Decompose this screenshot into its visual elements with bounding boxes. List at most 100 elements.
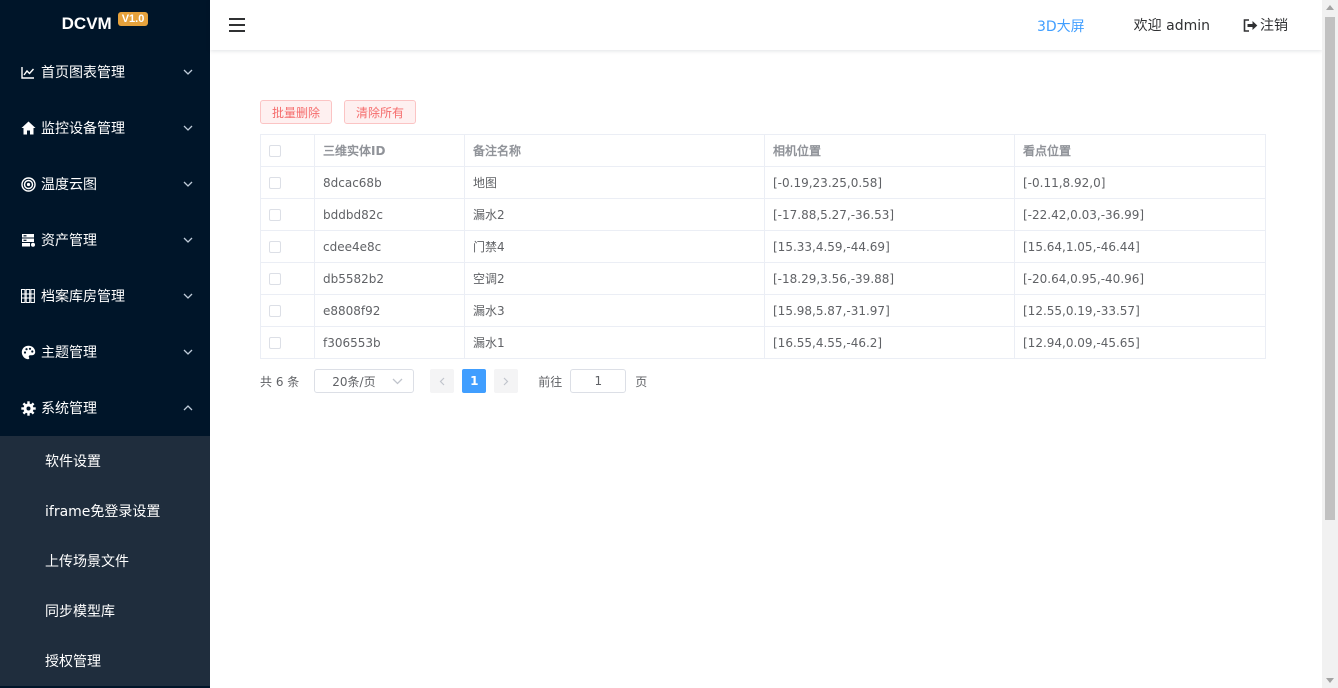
logout-label: 注销	[1260, 18, 1288, 34]
version-badge: V1.0	[117, 12, 149, 26]
logout-button[interactable]: 注销	[1243, 15, 1288, 35]
welcome-text: 欢迎 admin	[1133, 18, 1210, 34]
menu-label: 主题管理	[41, 345, 97, 361]
row-checkbox[interactable]	[269, 177, 281, 189]
cell-camera-position: [-0.19,23.25,0.58]	[764, 166, 1015, 199]
menu-label: 温度云图	[41, 177, 97, 193]
brand-name: DCVM	[61, 13, 112, 33]
menu-item-system-management[interactable]: 系统管理	[0, 380, 210, 436]
server-icon	[20, 232, 36, 248]
pagination: 共 6 条 20条/页 1 前往 页	[260, 369, 1265, 393]
home-icon	[20, 120, 36, 136]
line-chart-icon	[20, 64, 36, 80]
cell-remark-name: 漏水2	[464, 198, 765, 231]
menu-item-dashboard-charts[interactable]: 首页图表管理	[0, 44, 210, 100]
cell-look-position: [-0.11,8.92,0]	[1014, 166, 1266, 199]
scroll-up-arrow-icon[interactable]	[1326, 5, 1334, 10]
cell-entity-id: 8dcac68b	[314, 166, 465, 199]
column-header-look-position: 看点位置	[1014, 134, 1266, 167]
menu-label: 系统管理	[41, 401, 97, 417]
submenu-item-license[interactable]: 授权管理	[0, 636, 210, 686]
main-content: 批量删除 清除所有 三维实体ID 备注名称 相机位置 看点位置 8dcac68b…	[260, 100, 1266, 393]
table-row: bddbd82c 漏水2 [-17.88,5.27,-36.53] [-22.4…	[260, 198, 1266, 231]
prev-page-button[interactable]	[430, 369, 455, 393]
scroll-down-arrow-icon[interactable]	[1326, 678, 1334, 683]
row-select-cell	[260, 262, 315, 295]
menu-item-temperature-cloud[interactable]: 温度云图	[0, 156, 210, 212]
table-row: db5582b2 空调2 [-18.29,3.56,-39.88] [-20.6…	[260, 262, 1266, 295]
page-suffix: 页	[635, 374, 648, 389]
clear-all-button[interactable]: 清除所有	[344, 100, 417, 124]
cell-look-position: [-22.42,0.03,-36.99]	[1014, 198, 1266, 231]
archive-shelves-icon	[20, 288, 36, 304]
row-select-cell	[260, 230, 315, 263]
menu-item-monitor-devices[interactable]: 监控设备管理	[0, 100, 210, 156]
cell-look-position: [-20.64,0.95,-40.96]	[1014, 262, 1266, 295]
header-right: 3D大屏 欢迎 admin 注销	[1037, 0, 1322, 50]
chevron-down-icon	[183, 347, 193, 357]
submenu-item-upload-scene[interactable]: 上传场景文件	[0, 536, 210, 586]
brand: DCVM V1.0	[0, 0, 210, 44]
page-size-value: 20条/页	[332, 374, 376, 389]
scrollbar-thumb[interactable]	[1325, 17, 1335, 520]
cell-look-position: [15.64,1.05,-46.44]	[1014, 230, 1266, 263]
system-submenu: 软件设置 iframe免登录设置 上传场景文件 同步模型库 授权管理	[0, 436, 210, 686]
viewpoint-table: 三维实体ID 备注名称 相机位置 看点位置 8dcac68b 地图 [-0.19…	[260, 134, 1266, 359]
column-header-camera-position: 相机位置	[764, 134, 1015, 167]
pagination-total: 共 6 条	[260, 374, 300, 389]
chevron-right-icon	[503, 377, 509, 385]
page-size-select[interactable]: 20条/页	[314, 369, 415, 393]
vertical-scrollbar[interactable]	[1322, 0, 1338, 688]
menu-label: 监控设备管理	[41, 121, 125, 137]
page-number-current[interactable]: 1	[462, 369, 487, 393]
row-checkbox[interactable]	[269, 273, 281, 285]
palette-icon	[20, 344, 36, 360]
chevron-down-icon	[183, 235, 193, 245]
page-jumper: 前往 页	[538, 369, 647, 393]
hamburger-menu-icon[interactable]	[229, 18, 245, 32]
submenu-item-sync-models[interactable]: 同步模型库	[0, 586, 210, 636]
select-all-checkbox[interactable]	[269, 145, 281, 157]
submenu-item-software-settings[interactable]: 软件设置	[0, 436, 210, 486]
column-header-entity-id: 三维实体ID	[314, 134, 465, 167]
menu-item-archive-rooms[interactable]: 档案库房管理	[0, 268, 210, 324]
row-checkbox[interactable]	[269, 241, 281, 253]
table-header-row: 三维实体ID 备注名称 相机位置 看点位置	[260, 134, 1266, 167]
table-row: 8dcac68b 地图 [-0.19,23.25,0.58] [-0.11,8.…	[260, 166, 1266, 199]
row-checkbox[interactable]	[269, 337, 281, 349]
cell-camera-position: [16.55,4.55,-46.2]	[764, 326, 1015, 359]
chevron-down-icon	[183, 291, 193, 301]
menu-item-assets[interactable]: 资产管理	[0, 212, 210, 268]
menu-label: 资产管理	[41, 233, 97, 249]
row-select-cell	[260, 198, 315, 231]
goto-label: 前往	[538, 374, 563, 389]
goto-page-input[interactable]	[570, 369, 627, 393]
cell-remark-name: 漏水1	[464, 326, 765, 359]
table-row: f306553b 漏水1 [16.55,4.55,-46.2] [12.94,0…	[260, 326, 1266, 359]
menu-label: 首页图表管理	[41, 65, 125, 81]
cell-entity-id: cdee4e8c	[314, 230, 465, 263]
sidebar: DCVM V1.0 首页图表管理 监控设备管理 温度云图 资产管理 档案库房管理…	[0, 0, 210, 688]
cell-camera-position: [15.33,4.59,-44.69]	[764, 230, 1015, 263]
submenu-item-iframe-login[interactable]: iframe免登录设置	[0, 486, 210, 536]
cell-remark-name: 门禁4	[464, 230, 765, 263]
next-page-button[interactable]	[494, 369, 519, 393]
cell-look-position: [12.94,0.09,-45.65]	[1014, 326, 1266, 359]
row-select-cell	[260, 326, 315, 359]
batch-delete-button[interactable]: 批量删除	[260, 100, 333, 124]
column-header-remark-name: 备注名称	[464, 134, 765, 167]
chevron-down-icon	[183, 67, 193, 77]
target-icon	[20, 176, 36, 192]
cell-camera-position: [15.98,5.87,-31.97]	[764, 294, 1015, 327]
cell-entity-id: db5582b2	[314, 262, 465, 295]
row-select-cell	[260, 294, 315, 327]
menu-item-themes[interactable]: 主题管理	[0, 324, 210, 380]
chevron-up-icon	[183, 403, 193, 413]
row-checkbox[interactable]	[269, 305, 281, 317]
cell-entity-id: f306553b	[314, 326, 465, 359]
cell-entity-id: e8808f92	[314, 294, 465, 327]
3d-screen-link[interactable]: 3D大屏	[1037, 16, 1085, 36]
select-all-cell	[260, 134, 315, 167]
chevron-down-icon	[183, 179, 193, 189]
row-checkbox[interactable]	[269, 209, 281, 221]
